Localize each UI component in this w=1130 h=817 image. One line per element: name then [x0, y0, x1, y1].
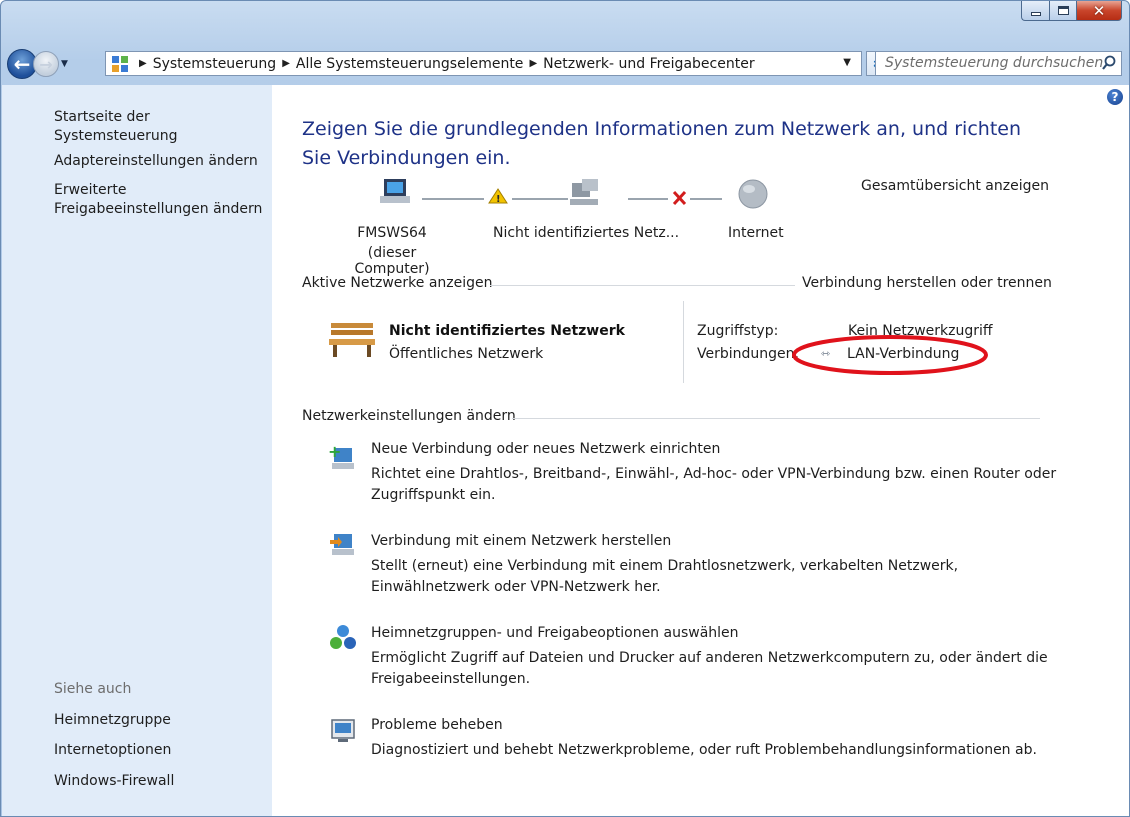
homegroup-icon	[330, 625, 356, 649]
computer-name: FMSWS64	[357, 225, 427, 241]
connections-label: Verbindungen:	[697, 346, 800, 362]
maximize-icon	[1057, 6, 1069, 15]
address-bar[interactable]: ▶ Systemsteuerung ▶ Alle Systemsteuerung…	[105, 51, 862, 76]
see-also-heading: Siehe auch	[54, 681, 132, 697]
breadcrumb-separator-icon[interactable]: ▶	[282, 58, 290, 69]
task-connect-network-desc: Stellt (erneut) eine Verbindung mit eine…	[371, 558, 959, 595]
search-icon[interactable]	[1101, 55, 1117, 71]
vertical-divider	[683, 301, 684, 383]
network-type-link[interactable]: Öffentliches Netzwerk	[389, 346, 543, 362]
connect-to-network-icon	[330, 534, 354, 555]
sidebar: Startseite der Systemsteuerung Adapterei…	[2, 85, 272, 816]
breadcrumb-separator-icon[interactable]: ▶	[139, 58, 147, 69]
troubleshoot-icon	[331, 719, 355, 742]
breadcrumb-network-center[interactable]: Netzwerk- und Freigabecenter	[543, 56, 754, 72]
task-connect-network-link[interactable]: Verbindung mit einem Netzwerk herstellen	[371, 533, 671, 549]
maximize-button[interactable]	[1049, 1, 1076, 21]
breadcrumb-all-items[interactable]: Alle Systemsteuerungselemente	[296, 56, 524, 72]
task-new-connection-desc: Richtet eine Drahtlos-, Breitband-, Einw…	[371, 466, 1057, 503]
breadcrumb-systemsteuerung[interactable]: Systemsteuerung	[153, 56, 276, 72]
sidebar-link-control-panel-home[interactable]: Startseite der Systemsteuerung	[54, 108, 272, 146]
network-icon	[570, 179, 598, 205]
window-caption-buttons: ✕	[1021, 1, 1122, 21]
public-network-bench-icon	[329, 323, 375, 357]
recent-pages-dropdown-icon[interactable]: ▼	[61, 59, 68, 69]
task-troubleshoot-link[interactable]: Probleme beheben	[371, 717, 503, 733]
network-sharing-center-window: ✕ ← → ▼ ▶ Systemsteuerung ▶ Alle Systems…	[0, 0, 1130, 817]
main-content: ? Zeigen Sie die grundlegenden Informati…	[272, 85, 1129, 816]
search-input[interactable]: Systemsteuerung durchsuchen	[875, 51, 1122, 76]
disconnected-x-icon	[672, 190, 687, 206]
breadcrumb-separator-icon[interactable]: ▶	[529, 58, 537, 69]
sidebar-link-homegroup[interactable]: Heimnetzgruppe	[54, 711, 171, 730]
search-placeholder: Systemsteuerung durchsuchen	[885, 55, 1104, 71]
map-internet-label[interactable]: Internet	[728, 225, 784, 241]
svg-text:+: +	[328, 443, 341, 461]
minimize-button[interactable]	[1021, 1, 1049, 21]
task-new-connection-link[interactable]: Neue Verbindung oder neues Netzwerk einr…	[371, 441, 720, 457]
section-divider	[512, 418, 1040, 419]
connect-disconnect-link[interactable]: Verbindung herstellen oder trennen	[802, 275, 1052, 291]
full-map-link[interactable]: Gesamtübersicht anzeigen	[861, 178, 1049, 194]
computer-icon	[380, 179, 410, 203]
change-settings-heading: Netzwerkeinstellungen ändern	[302, 408, 516, 424]
close-button[interactable]: ✕	[1076, 1, 1122, 21]
close-icon: ✕	[1092, 1, 1106, 20]
control-panel-icon	[112, 55, 128, 72]
forward-button[interactable]: →	[33, 51, 59, 77]
new-connection-icon: +	[328, 443, 354, 469]
sidebar-link-windows-firewall[interactable]: Windows-Firewall	[54, 772, 174, 791]
sidebar-link-adapter-settings[interactable]: Adaptereinstellungen ändern	[54, 152, 258, 171]
highlight-circle-annotation	[792, 335, 988, 375]
minimize-icon	[1030, 11, 1041, 16]
back-arrow-icon: ←	[13, 52, 31, 76]
sidebar-link-advanced-sharing[interactable]: Erweiterte Freigabeeinstellungen ändern	[54, 181, 264, 219]
internet-globe-icon	[738, 179, 768, 209]
active-network-name: Nicht identifiziertes Netzwerk	[389, 323, 625, 339]
help-icon[interactable]: ?	[1107, 89, 1123, 105]
task-homegroup-desc: Ermöglicht Zugriff auf Dateien und Druck…	[371, 650, 1048, 687]
forward-arrow-icon: →	[39, 54, 53, 74]
computer-note: (dieser Computer)	[354, 245, 430, 277]
task-troubleshoot-desc: Diagnostiziert und behebt Netzwerkproble…	[371, 742, 1037, 758]
address-dropdown-icon[interactable]: ▼	[843, 57, 851, 68]
map-network-name[interactable]: Nicht identifiziertes Netz...	[493, 225, 679, 241]
warning-icon: !	[488, 188, 508, 205]
task-homegroup-link[interactable]: Heimnetzgruppen- und Freigabeoptionen au…	[371, 625, 739, 641]
active-networks-heading: Aktive Netzwerke anzeigen	[302, 275, 493, 291]
page-title: Zeigen Sie die grundlegenden Information…	[302, 118, 1021, 169]
sidebar-link-internet-options[interactable]: Internetoptionen	[54, 741, 171, 760]
section-divider	[490, 285, 795, 286]
network-map-graphic: !	[380, 179, 768, 209]
svg-text:!: !	[496, 194, 501, 205]
access-type-label: Zugriffstyp:	[697, 323, 779, 339]
